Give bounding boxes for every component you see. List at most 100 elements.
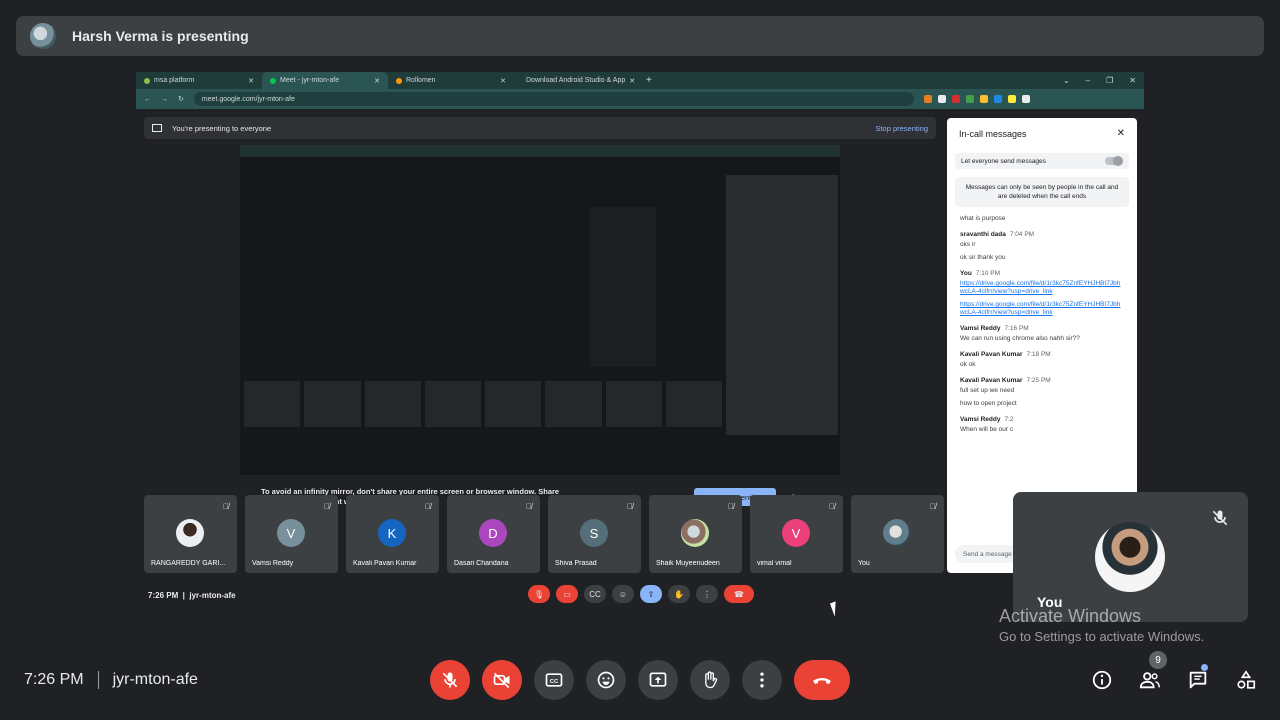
tab-favicon-icon — [144, 77, 150, 84]
browser-tab-1[interactable]: msa platform ✕ — [136, 72, 262, 89]
tab-favicon-icon — [270, 77, 276, 84]
camera-off-icon: ▭ — [556, 585, 578, 603]
participant-tile[interactable]: V 🎙̸ Vamsi Reddy — [245, 495, 338, 573]
close-icon[interactable]: ✕ — [374, 77, 380, 85]
chat-header: In-call messages ✕ — [947, 118, 1137, 149]
participant-tile[interactable]: S 🎙̸ Shiva Prasad — [548, 495, 641, 573]
captions-icon: CC — [584, 585, 606, 603]
puzzle-icon[interactable] — [1021, 95, 1030, 103]
chat-messages: what is purpose sravanthi dada 7:04 PM ok… — [947, 215, 1137, 434]
more-icon: ⋮ — [696, 585, 718, 603]
mic-off-icon: 🎙 — [528, 585, 550, 603]
participant-tile[interactable]: 🎙̸ Shaik Muyeenudeen — [649, 495, 742, 573]
window-controls: ⌄ – ❐ ✕ — [1063, 76, 1144, 85]
reactions-button[interactable] — [586, 660, 626, 700]
close-icon[interactable]: ✕ — [1129, 76, 1136, 85]
participant-name: You — [858, 560, 870, 567]
captions-button[interactable]: CC — [534, 660, 574, 700]
avatar: V — [277, 519, 305, 547]
presenting-strip: You're presenting to everyone Stop prese… — [144, 117, 936, 139]
browser-tab-3[interactable]: Rollomen ✕ — [388, 72, 514, 89]
stop-presenting-link[interactable]: Stop presenting — [875, 124, 928, 133]
tab-label: Rollomen — [406, 77, 436, 84]
message-time: 7:10 PM — [975, 270, 1001, 277]
shared-control-buttons: 🎙 ▭ CC ☺ ⇧ ✋ ⋮ ☎ — [528, 585, 754, 603]
hand-icon: ✋ — [668, 585, 690, 603]
message-time: 7:16 PM — [1004, 325, 1029, 332]
minimize-icon[interactable]: – — [1086, 76, 1090, 85]
message-sender: Vamsi Reddy 7:2 — [960, 416, 1124, 423]
forward-icon[interactable]: → — [161, 96, 168, 103]
message-link[interactable]: https://drive.google.com/file/d/1r3kc75Z… — [960, 280, 1124, 296]
chat-message: Vamsi Reddy 7:16 PM We can run using chro… — [960, 325, 1124, 343]
chat-button[interactable] — [1178, 660, 1218, 700]
chat-icon — [1189, 671, 1207, 689]
avatar — [883, 519, 911, 547]
camera-off-icon — [493, 672, 510, 689]
mic-toggle-button[interactable] — [430, 660, 470, 700]
restore-icon[interactable]: ❐ — [1106, 76, 1113, 85]
raise-hand-button[interactable] — [690, 660, 730, 700]
close-icon[interactable]: ✕ — [500, 77, 506, 85]
address-field[interactable]: meet.google.com/jyr-mton-afe — [193, 92, 914, 106]
meeting-code: jyr-mton-afe — [112, 671, 198, 688]
present-icon — [649, 672, 667, 687]
back-icon[interactable]: ← — [144, 96, 151, 103]
message-text: When will be our c — [960, 426, 1014, 433]
new-tab-icon[interactable]: + — [640, 75, 658, 86]
close-icon[interactable]: ✕ — [248, 77, 254, 85]
participant-tile[interactable]: V 🎙̸ vimal vimal — [750, 495, 843, 573]
participant-name: vimal vimal — [757, 560, 792, 567]
mic-off-icon: 🎙̸ — [829, 502, 835, 511]
chat-message: what is purpose — [960, 215, 1124, 223]
present-icon: ⇧ — [640, 585, 662, 603]
extension-icon[interactable] — [951, 95, 960, 103]
extension-icon[interactable] — [1007, 95, 1016, 103]
message-time: 7:18 PM — [1026, 351, 1051, 358]
browser-tab-4[interactable]: Download Android Studio & App ✕ — [514, 72, 640, 89]
participant-tile[interactable]: D 🎙̸ Dasari Chandana — [447, 495, 540, 573]
message-text: oks ir — [960, 241, 976, 248]
tab-favicon-icon — [396, 77, 402, 84]
more-options-button[interactable] — [742, 660, 782, 700]
chat-notice: Messages can only be seen by people in t… — [955, 177, 1129, 207]
participant-name: RANGAREDDY GARI... — [151, 560, 226, 567]
hangup-icon: ☎ — [724, 585, 754, 603]
close-icon[interactable]: ✕ — [629, 77, 635, 85]
camera-toggle-button[interactable] — [482, 660, 522, 700]
presenter-avatar — [30, 23, 56, 49]
message-sender: Vamsi Reddy 7:16 PM — [960, 325, 1124, 332]
activities-button[interactable] — [1226, 660, 1266, 700]
activate-windows-watermark: Activate Windows Go to Settings to activ… — [999, 606, 1204, 644]
close-icon[interactable]: ✕ — [1117, 128, 1125, 139]
moon-icon[interactable] — [937, 95, 946, 103]
hangup-icon — [813, 678, 831, 684]
message-time: 7:04 PM — [1009, 231, 1035, 238]
extension-icon[interactable] — [993, 95, 1002, 103]
chevron-down-icon[interactable]: ⌄ — [1063, 76, 1070, 85]
message-link[interactable]: https://drive.google.com/file/d/1r3kc75Z… — [960, 301, 1124, 317]
chat-unread-dot — [1201, 664, 1208, 671]
chat-permission-toggle[interactable] — [1105, 156, 1123, 166]
avatar — [176, 519, 204, 547]
extension-icon[interactable] — [923, 95, 932, 103]
participant-tile[interactable]: 🎙̸ You — [851, 495, 944, 573]
shared-meeting-info: 7:26 PM | jyr-mton-afe — [148, 591, 236, 600]
participant-tile[interactable]: K 🎙̸ Kavali Pavan Kumar — [346, 495, 439, 573]
leave-call-button[interactable] — [794, 660, 850, 700]
people-count-badge: 9 — [1149, 651, 1167, 669]
meeting-details-button[interactable] — [1082, 660, 1122, 700]
browser-tabbar: msa platform ✕ Meet - jyr-mton-afe ✕ Rollo… — [136, 72, 1144, 89]
tab-label: Meet - jyr-mton-afe — [280, 77, 340, 84]
extension-icon[interactable] — [979, 95, 988, 103]
more-vert-icon — [760, 672, 764, 688]
reload-icon[interactable]: ↻ — [178, 95, 184, 103]
extension-icon[interactable] — [965, 95, 974, 103]
participant-tile[interactable]: 🎙̸ RANGAREDDY GARI... — [144, 495, 237, 573]
shared-meeting-code: jyr-mton-afe — [189, 591, 236, 600]
browser-tab-2[interactable]: Meet - jyr-mton-afe ✕ — [262, 72, 388, 89]
self-view-tile[interactable]: You — [1013, 492, 1248, 622]
browser-urlbar: ← → ↻ meet.google.com/jyr-mton-afe — [136, 89, 1144, 109]
shared-meeting-time: 7:26 PM — [148, 591, 179, 600]
present-now-button[interactable] — [638, 660, 678, 700]
